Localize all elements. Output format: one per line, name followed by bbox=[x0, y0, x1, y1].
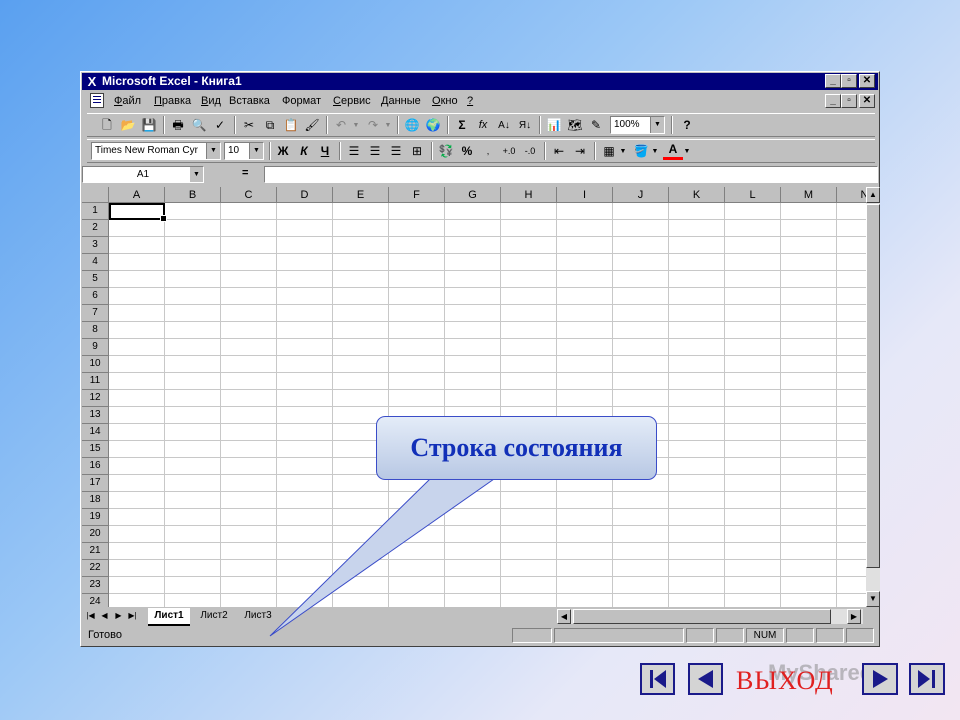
first-slide-icon[interactable] bbox=[640, 663, 675, 695]
prev-slide-icon[interactable] bbox=[688, 663, 723, 695]
exit-button[interactable]: ВЫХОД bbox=[736, 666, 834, 696]
last-slide-icon[interactable] bbox=[909, 663, 945, 695]
callout-pointer bbox=[269, 478, 496, 637]
next-slide-icon[interactable] bbox=[862, 663, 898, 695]
status-bar-callout: Строка состояния bbox=[376, 416, 657, 480]
